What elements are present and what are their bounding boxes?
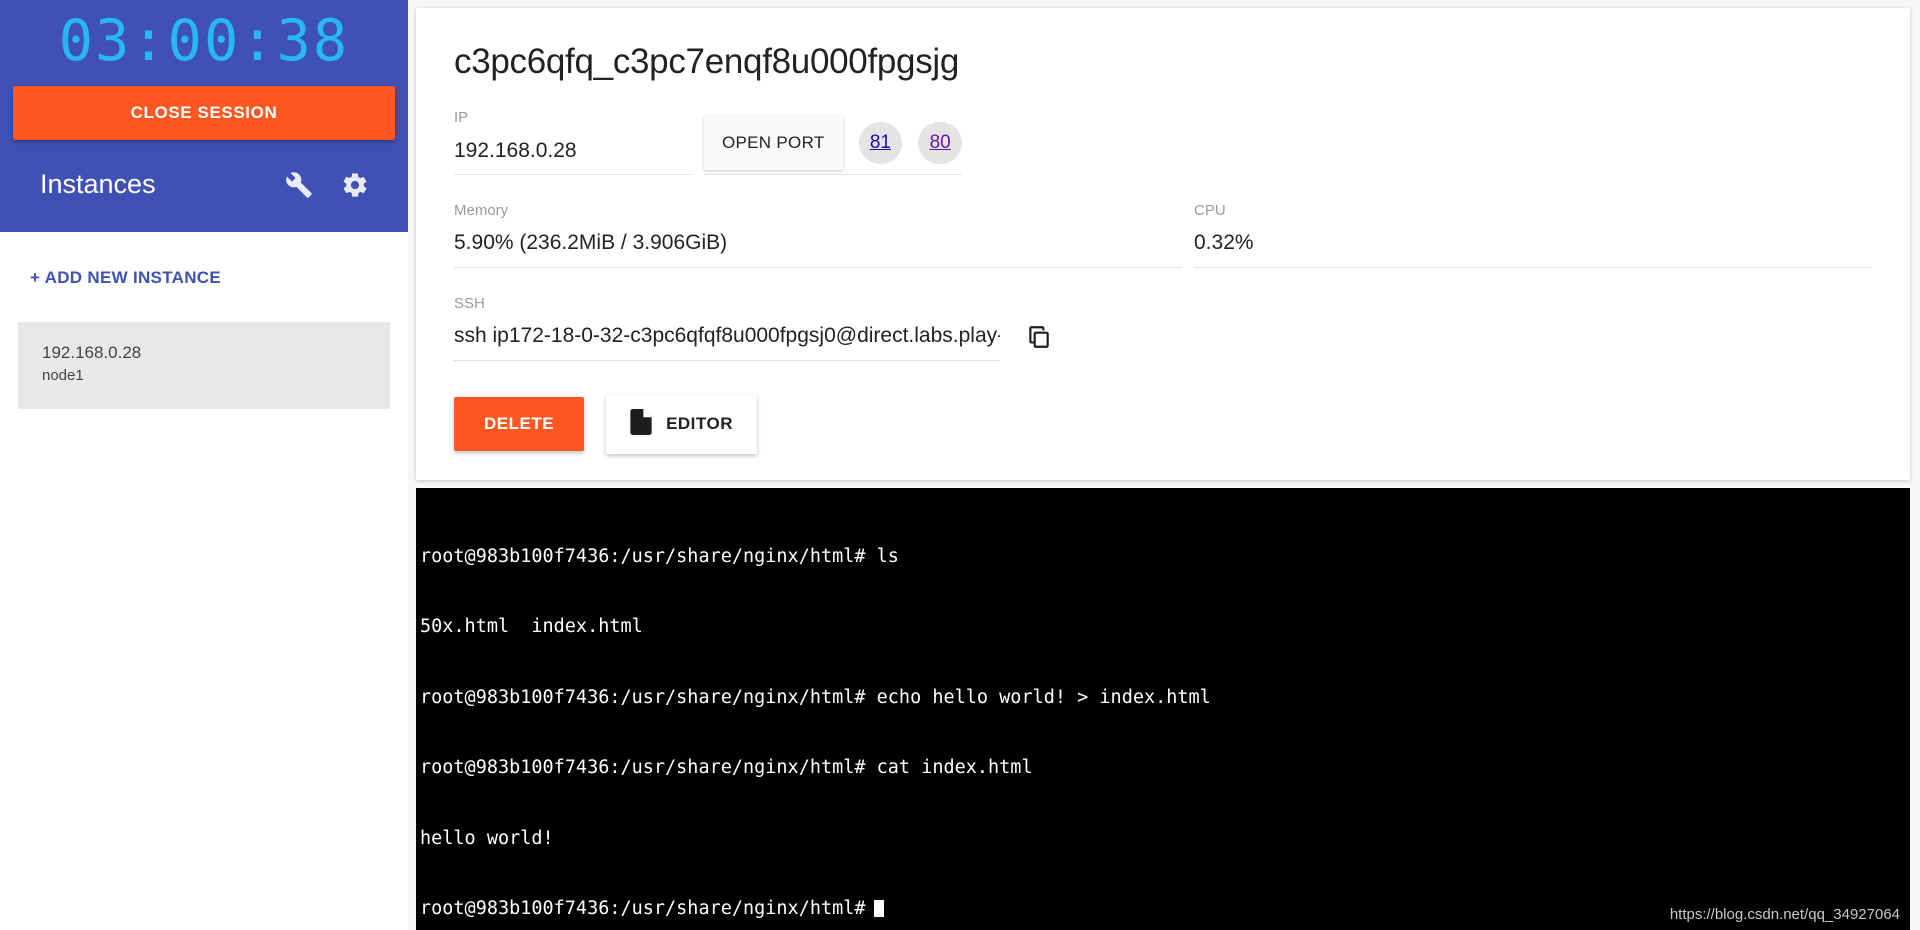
sidebar-header: 03:00:38 CLOSE SESSION Instances [0, 0, 408, 232]
ip-value: 192.168.0.28 [454, 136, 692, 175]
ssh-field: SSH ssh ip172-18-0-32-c3pc6qfqf8u000fpgs… [448, 294, 1006, 361]
terminal-panel[interactable]: root@983b100f7436:/usr/share/nginx/html#… [416, 487, 1910, 930]
editor-button-label: EDITOR [666, 414, 733, 434]
add-new-instance-button[interactable]: + ADD NEW INSTANCE [0, 232, 221, 288]
memory-field: Memory 5.90% (236.2MiB / 3.906GiB) [448, 201, 1188, 268]
port-link-80[interactable]: 80 [930, 132, 951, 153]
document-icon [630, 408, 652, 440]
terminal-line: root@983b100f7436:/usr/share/nginx/html#… [420, 686, 1211, 708]
terminal-line: root@983b100f7436:/usr/share/nginx/html#… [420, 545, 899, 567]
list-item[interactable]: 192.168.0.28 node1 [18, 321, 390, 409]
instances-title: Instances [40, 169, 156, 200]
port-chip-81[interactable]: 81 [858, 121, 903, 164]
main-content: c3pc6qfq_c3pc7enqf8u000fpgsjg IP 192.168… [408, 0, 1920, 930]
ip-and-ports-row: IP 192.168.0.28 OPEN PORT 81 80 [448, 108, 1878, 175]
terminal-line: 50x.html index.html [420, 616, 643, 638]
terminal-line: hello world! [420, 827, 554, 849]
delete-button[interactable]: DELETE [454, 397, 585, 452]
ports-line: OPEN PORT 81 80 [704, 115, 962, 175]
terminal-line: root@983b100f7436:/usr/share/nginx/html#… [420, 757, 1033, 779]
instance-list: 192.168.0.28 node1 [18, 321, 390, 409]
sidebar-body: + ADD NEW INSTANCE 192.168.0.28 node1 [0, 231, 408, 930]
app-root: 03:00:38 CLOSE SESSION Instances + ADD N… [0, 0, 1920, 930]
cpu-label: CPU [1194, 201, 1226, 219]
open-port-button[interactable]: OPEN PORT [704, 115, 843, 170]
ip-field: IP 192.168.0.28 [448, 108, 698, 175]
cpu-value: 0.32% [1194, 228, 1872, 268]
memory-cpu-row: Memory 5.90% (236.2MiB / 3.906GiB) CPU 0… [448, 201, 1878, 268]
instance-ip: 192.168.0.28 [42, 342, 142, 362]
port-link-81[interactable]: 81 [870, 132, 891, 153]
terminal-prompt: root@983b100f7436:/usr/share/nginx/html# [420, 898, 866, 920]
instances-header: Instances [0, 140, 408, 232]
sidebar: 03:00:38 CLOSE SESSION Instances + ADD N… [0, 0, 408, 930]
instance-name: node1 [42, 366, 84, 384]
ssh-row: SSH ssh ip172-18-0-32-c3pc6qfqf8u000fpgs… [448, 294, 1878, 361]
close-session-button[interactable]: CLOSE SESSION [13, 85, 395, 140]
gear-icon[interactable] [338, 168, 372, 202]
port-chip-80[interactable]: 80 [918, 121, 962, 164]
instance-detail-card: c3pc6qfq_c3pc7enqf8u000fpgsjg IP 192.168… [416, 8, 1910, 480]
action-buttons: DELETE EDITOR [448, 394, 1878, 454]
ssh-value[interactable]: ssh ip172-18-0-32-c3pc6qfqf8u000fpgsj0@d… [454, 321, 1000, 361]
cpu-field: CPU 0.32% [1188, 201, 1878, 268]
copy-icon[interactable] [1022, 320, 1056, 357]
ports-field: OPEN PORT 81 80 [698, 115, 1878, 175]
ip-label: IP [454, 109, 469, 126]
editor-button[interactable]: EDITOR [606, 394, 757, 454]
ssh-label: SSH [454, 294, 485, 312]
memory-label: Memory [454, 201, 509, 219]
session-timer: 03:00:38 [58, 8, 350, 74]
terminal-output: root@983b100f7436:/usr/share/nginx/html#… [418, 498, 1910, 930]
wrench-icon[interactable] [282, 168, 316, 202]
page-title: c3pc6qfq_c3pc7enqf8u000fpgsjg [454, 42, 960, 81]
memory-value: 5.90% (236.2MiB / 3.906GiB) [454, 228, 1182, 268]
terminal-cursor [873, 900, 884, 918]
watermark: https://blog.csdn.net/qq_34927064 [1669, 906, 1900, 923]
